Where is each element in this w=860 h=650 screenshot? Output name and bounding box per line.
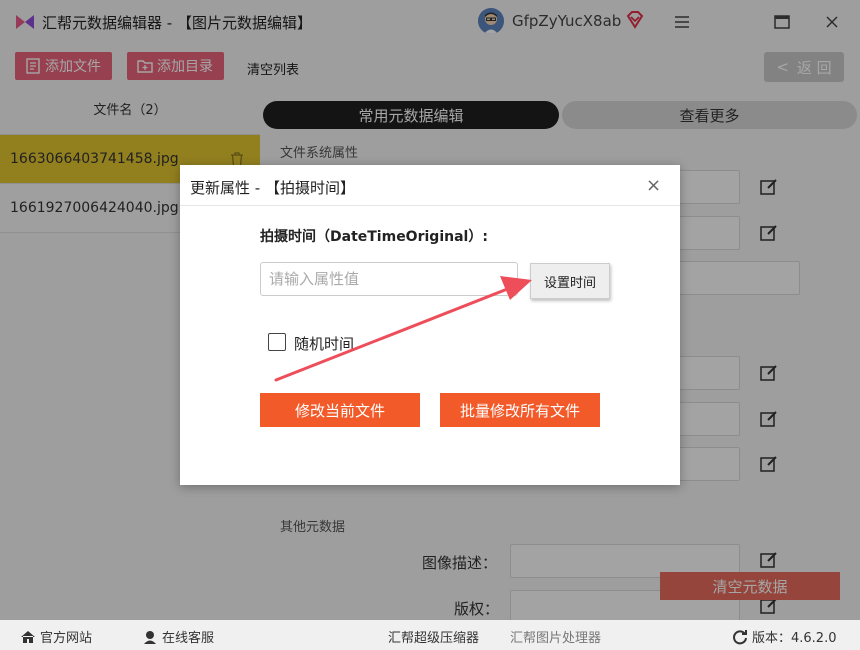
dialog-divider bbox=[180, 205, 680, 206]
home-icon bbox=[21, 630, 35, 643]
online-service-label: 在线客服 bbox=[162, 631, 215, 646]
dialog-title: 更新属性 - 【拍摄时间】 bbox=[190, 179, 355, 197]
official-site-link[interactable]: 官方网站 bbox=[20, 627, 92, 646]
compressor-link[interactable]: 汇帮超级压缩器 bbox=[388, 627, 479, 646]
image-processor-link[interactable]: 汇帮图片处理器 bbox=[510, 627, 601, 646]
online-service-link[interactable]: 在线客服 bbox=[142, 627, 214, 646]
status-bar: 官方网站 在线客服 汇帮超级压缩器 汇帮图片处理器 版本：4.6.2.0 bbox=[0, 620, 860, 650]
official-site-label: 官方网站 bbox=[40, 631, 93, 646]
random-time-checkbox[interactable] bbox=[268, 333, 286, 351]
update-attribute-dialog: 更新属性 - 【拍摄时间】 × 拍摄时间（DateTimeOriginal）: … bbox=[180, 165, 680, 485]
version-label: 版本：4.6.2.0 bbox=[752, 631, 837, 646]
close-icon[interactable]: × bbox=[646, 175, 661, 196]
attribute-value-input[interactable] bbox=[260, 262, 518, 296]
random-time-label[interactable]: 随机时间 bbox=[294, 333, 354, 354]
support-agent-icon bbox=[144, 630, 156, 644]
capture-time-label: 拍摄时间（DateTimeOriginal）: bbox=[260, 229, 488, 245]
set-time-button[interactable]: 设置时间 bbox=[530, 263, 610, 299]
modify-current-file-button[interactable]: 修改当前文件 bbox=[260, 393, 420, 427]
batch-modify-all-button[interactable]: 批量修改所有文件 bbox=[440, 393, 600, 427]
version-info: 版本：4.6.2.0 bbox=[732, 627, 836, 646]
refresh-icon[interactable] bbox=[732, 629, 748, 645]
